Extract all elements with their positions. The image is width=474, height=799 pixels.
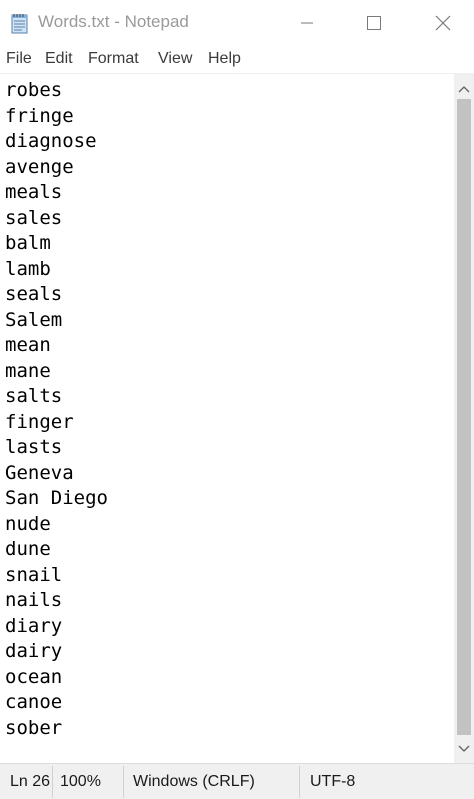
text-line[interactable]: meals (5, 180, 108, 206)
menu-file[interactable]: File (6, 50, 32, 68)
text-lines: robes fringe diagnose avenge meals sales… (5, 78, 108, 741)
notepad-window: Words.txt - Notepad File Edit Format Vie… (0, 0, 474, 799)
text-line[interactable]: salts (5, 384, 108, 410)
maximize-icon (367, 15, 381, 30)
text-line[interactable]: Geneva (5, 461, 108, 487)
status-line-number: Ln 26 (10, 773, 50, 790)
title-bar[interactable]: Words.txt - Notepad (0, 0, 474, 45)
text-line[interactable]: lamb (5, 257, 108, 283)
text-line[interactable]: sober (5, 716, 108, 742)
status-bar: Ln 26 100% Windows (CRLF) UTF-8 (0, 763, 474, 799)
text-line[interactable]: diagnose (5, 129, 108, 155)
status-divider (52, 766, 53, 798)
text-line[interactable]: mane (5, 359, 108, 385)
notepad-icon[interactable] (9, 12, 31, 34)
text-line[interactable]: robes (5, 78, 108, 104)
text-line[interactable]: lasts (5, 435, 108, 461)
window-title: Words.txt - Notepad (38, 12, 189, 31)
text-line[interactable]: mean (5, 333, 108, 359)
text-line[interactable]: canoe (5, 690, 108, 716)
text-line[interactable]: San Diego (5, 486, 108, 512)
text-line[interactable]: nails (5, 588, 108, 614)
text-line[interactable]: avenge (5, 155, 108, 181)
status-divider (123, 766, 124, 798)
chevron-down-icon (458, 745, 470, 752)
status-divider (299, 766, 300, 798)
scroll-thumb[interactable] (457, 99, 471, 735)
text-line[interactable]: fringe (5, 104, 108, 130)
text-line[interactable]: finger (5, 410, 108, 436)
vertical-scrollbar[interactable] (454, 73, 474, 763)
text-line[interactable]: balm (5, 231, 108, 257)
menu-help[interactable]: Help (208, 50, 241, 68)
text-editor[interactable]: robes fringe diagnose avenge meals sales… (0, 73, 454, 764)
minimize-button[interactable] (284, 0, 330, 45)
menu-edit[interactable]: Edit (45, 50, 73, 68)
close-button[interactable] (420, 0, 466, 45)
minimize-icon (301, 22, 313, 23)
chevron-up-icon (458, 86, 470, 93)
text-line[interactable]: snail (5, 563, 108, 589)
text-line[interactable]: sales (5, 206, 108, 232)
maximize-button[interactable] (351, 0, 397, 45)
text-line[interactable]: dune (5, 537, 108, 563)
close-icon (435, 15, 451, 30)
text-line[interactable]: diary (5, 614, 108, 640)
text-line[interactable]: ocean (5, 665, 108, 691)
status-zoom: 100% (60, 773, 101, 790)
text-line[interactable]: nude (5, 512, 108, 538)
text-line[interactable]: Salem (5, 308, 108, 334)
text-line[interactable]: dairy (5, 639, 108, 665)
text-line[interactable]: seals (5, 282, 108, 308)
menu-bar: File Edit Format View Help (0, 45, 474, 73)
menu-format[interactable]: Format (88, 50, 139, 68)
scroll-up-button[interactable] (454, 77, 474, 101)
scroll-down-button[interactable] (454, 737, 474, 761)
status-line-ending: Windows (CRLF) (133, 773, 255, 790)
menu-view[interactable]: View (158, 50, 192, 68)
status-encoding: UTF-8 (310, 773, 356, 790)
